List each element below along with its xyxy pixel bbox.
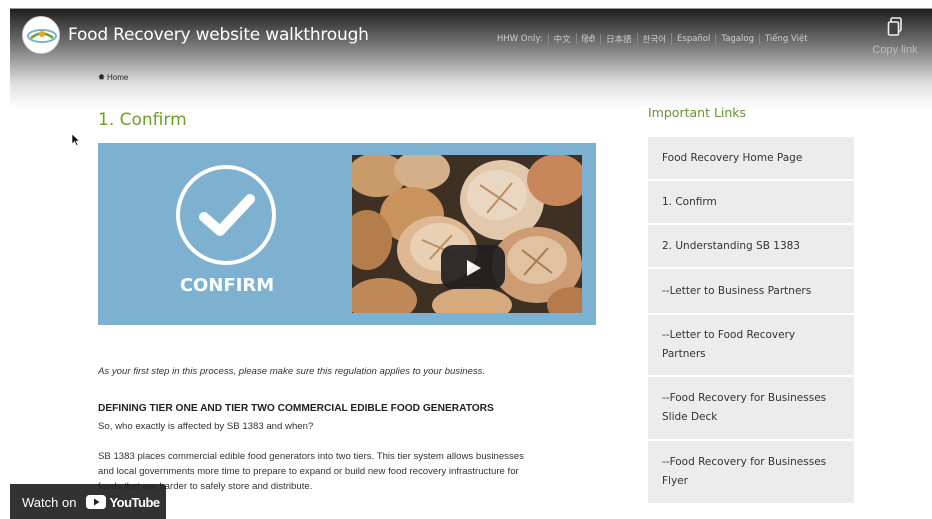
- link-confirm[interactable]: 1. Confirm: [648, 181, 854, 225]
- link-label: --Letter to Business Partners: [662, 284, 812, 297]
- important-links-heading: Important Links: [648, 105, 747, 120]
- section-body-line: SB 1383 places commercial edible food ge…: [98, 451, 524, 462]
- youtube-logo-icon: YouTube: [86, 494, 160, 510]
- link-food-recovery-home[interactable]: Food Recovery Home Page: [648, 137, 854, 181]
- watch-on-youtube-button[interactable]: Watch on YouTube: [10, 484, 166, 519]
- section-body-line: foods that are harder to safely store an…: [98, 481, 313, 492]
- link-label: --Letter to Food Recovery Partners: [662, 329, 796, 360]
- home-icon: [98, 73, 105, 82]
- lang-japanese[interactable]: 日本語: [601, 33, 638, 45]
- play-icon: [467, 260, 481, 276]
- link-slide-deck[interactable]: --Food Recovery for Businesses Slide Dec…: [648, 377, 854, 441]
- youtube-wordmark: YouTube: [109, 494, 160, 510]
- link-letter-business-partners[interactable]: --Letter to Business Partners: [648, 269, 854, 315]
- language-bar: HHW Only: 中文 हिंदी 日本語 한국어 Español Tagal…: [492, 29, 813, 49]
- breadcrumb-home-label: Home: [107, 73, 129, 82]
- lang-label: HHW Only:: [492, 34, 549, 44]
- lang-hindi[interactable]: हिंदी: [577, 33, 602, 45]
- video-player[interactable]: Home 1. Confirm CONFIRM As your first st…: [10, 8, 932, 519]
- banner-confirm-label: CONFIRM: [179, 275, 275, 296]
- link-understanding-sb1383[interactable]: 2. Understanding SB 1383: [648, 225, 854, 269]
- lang-vietnamese[interactable]: Tiếng Việt: [760, 34, 813, 44]
- link-label: 2. Understanding SB 1383: [662, 239, 800, 252]
- confirm-banner: CONFIRM: [98, 143, 596, 325]
- intro-paragraph: As your first step in this process, plea…: [98, 366, 486, 377]
- breadcrumb[interactable]: Home: [98, 73, 128, 82]
- mouse-cursor-icon: [71, 133, 81, 151]
- video-title[interactable]: Food Recovery website walkthrough: [68, 25, 369, 45]
- section-body: SB 1383 places commercial edible food ge…: [98, 449, 618, 494]
- bread-rolls-photo: [352, 155, 582, 313]
- watch-on-label: Watch on: [22, 494, 77, 510]
- lang-chinese[interactable]: 中文: [549, 33, 577, 45]
- important-links-list: Food Recovery Home Page 1. Confirm 2. Un…: [648, 137, 854, 505]
- lang-tagalog[interactable]: Tagalog: [716, 34, 760, 44]
- link-label: --Food Recovery for Businesses Flyer: [662, 456, 827, 487]
- section-question: So, who exactly is affected by SB 1383 a…: [98, 421, 314, 432]
- link-label: Food Recovery Home Page: [662, 151, 803, 164]
- lang-korean[interactable]: 한국어: [638, 33, 673, 45]
- lang-spanish[interactable]: Español: [672, 34, 717, 44]
- page-title: 1. Confirm: [98, 110, 187, 130]
- copy-link-button[interactable]: Copy link: [862, 17, 928, 56]
- link-flyer[interactable]: --Food Recovery for Businesses Flyer: [648, 441, 854, 505]
- section-body-line: and local governments more time to prepa…: [98, 466, 519, 477]
- section-heading: DEFINING TIER ONE AND TIER TWO COMMERCIA…: [98, 403, 494, 414]
- checkmark-circle-icon: [176, 165, 276, 265]
- channel-avatar[interactable]: [22, 16, 60, 54]
- play-button[interactable]: [441, 245, 505, 289]
- link-label: 1. Confirm: [662, 195, 717, 208]
- copy-icon: [862, 17, 928, 42]
- link-letter-food-recovery-partners[interactable]: --Letter to Food Recovery Partners: [648, 315, 854, 377]
- copy-link-label: Copy link: [872, 44, 918, 56]
- link-label: --Food Recovery for Businesses Slide Dec…: [662, 392, 827, 423]
